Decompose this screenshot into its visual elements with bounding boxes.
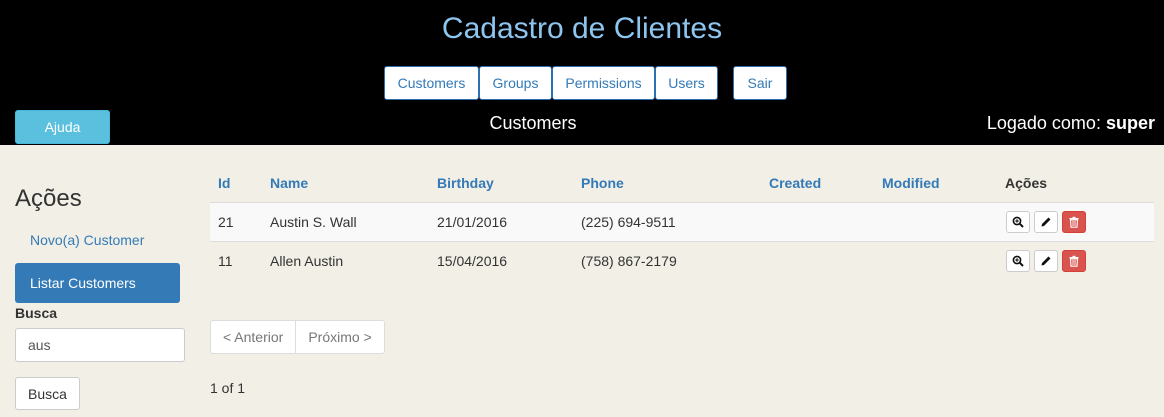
view-button[interactable] [1006, 250, 1030, 272]
column-header-name[interactable]: Name [270, 175, 308, 191]
edit-button[interactable] [1034, 211, 1058, 233]
column-header-created[interactable]: Created [769, 175, 821, 191]
pencil-icon [1041, 256, 1051, 266]
new-customer-link[interactable]: Novo(a) Customer [30, 232, 144, 248]
nav-customers-button[interactable]: Customers [384, 66, 479, 100]
nav-users-button[interactable]: Users [655, 66, 718, 100]
zoom-in-icon [1012, 255, 1024, 267]
logged-in-status: Logado como: super [987, 113, 1155, 134]
column-header-actions: Ações [1005, 175, 1048, 191]
column-header-phone[interactable]: Phone [581, 175, 624, 191]
table-row: 21 Austin S. Wall 21/01/2016 (225) 694-9… [210, 202, 1154, 241]
search-button[interactable]: Busca [15, 377, 80, 410]
cell-phone: (225) 694-9511 [581, 214, 676, 230]
page-count: 1 of 1 [210, 380, 246, 396]
cell-name: Austin S. Wall [270, 214, 357, 230]
cell-name: Allen Austin [270, 253, 344, 269]
logout-button[interactable]: Sair [733, 66, 787, 100]
zoom-in-icon [1012, 216, 1024, 228]
cell-phone: (758) 867-2179 [581, 253, 677, 269]
delete-button[interactable] [1062, 211, 1086, 233]
cell-birthday: 15/04/2016 [437, 253, 508, 269]
previous-page-button[interactable]: < Anterior [210, 320, 297, 354]
edit-button[interactable] [1034, 250, 1058, 272]
trash-icon [1069, 216, 1079, 228]
nav-groups-button[interactable]: Groups [479, 66, 552, 100]
list-customers-link[interactable]: Listar Customers [15, 263, 180, 303]
column-header-modified[interactable]: Modified [882, 175, 940, 191]
trash-icon [1069, 255, 1079, 267]
delete-button[interactable] [1062, 250, 1086, 272]
cell-id: 11 [218, 253, 233, 269]
section-title: Customers [489, 113, 577, 133]
nav-permissions-button[interactable]: Permissions [552, 66, 655, 100]
column-header-birthday[interactable]: Birthday [437, 175, 494, 191]
table-row: 11 Allen Austin 15/04/2016 (758) 867-217… [210, 241, 1154, 280]
top-header: Cadastro de Clientes Customers Groups Pe… [0, 0, 1164, 145]
cell-id: 21 [218, 214, 234, 230]
pencil-icon [1041, 217, 1051, 227]
view-button[interactable] [1006, 211, 1030, 233]
column-header-id[interactable]: Id [218, 175, 230, 191]
search-input[interactable] [15, 328, 185, 362]
sidebar-title: Ações [15, 185, 82, 212]
logged-in-prefix: Logado como: [986, 113, 1101, 133]
logged-in-user: super [1105, 113, 1155, 133]
search-label: Busca [15, 305, 58, 321]
pagination: < Anterior Próximo > [210, 320, 385, 354]
app-title: Cadastro de Clientes [441, 12, 723, 45]
next-page-button[interactable]: Próximo > [296, 320, 385, 354]
cell-birthday: 21/01/2016 [437, 214, 508, 230]
